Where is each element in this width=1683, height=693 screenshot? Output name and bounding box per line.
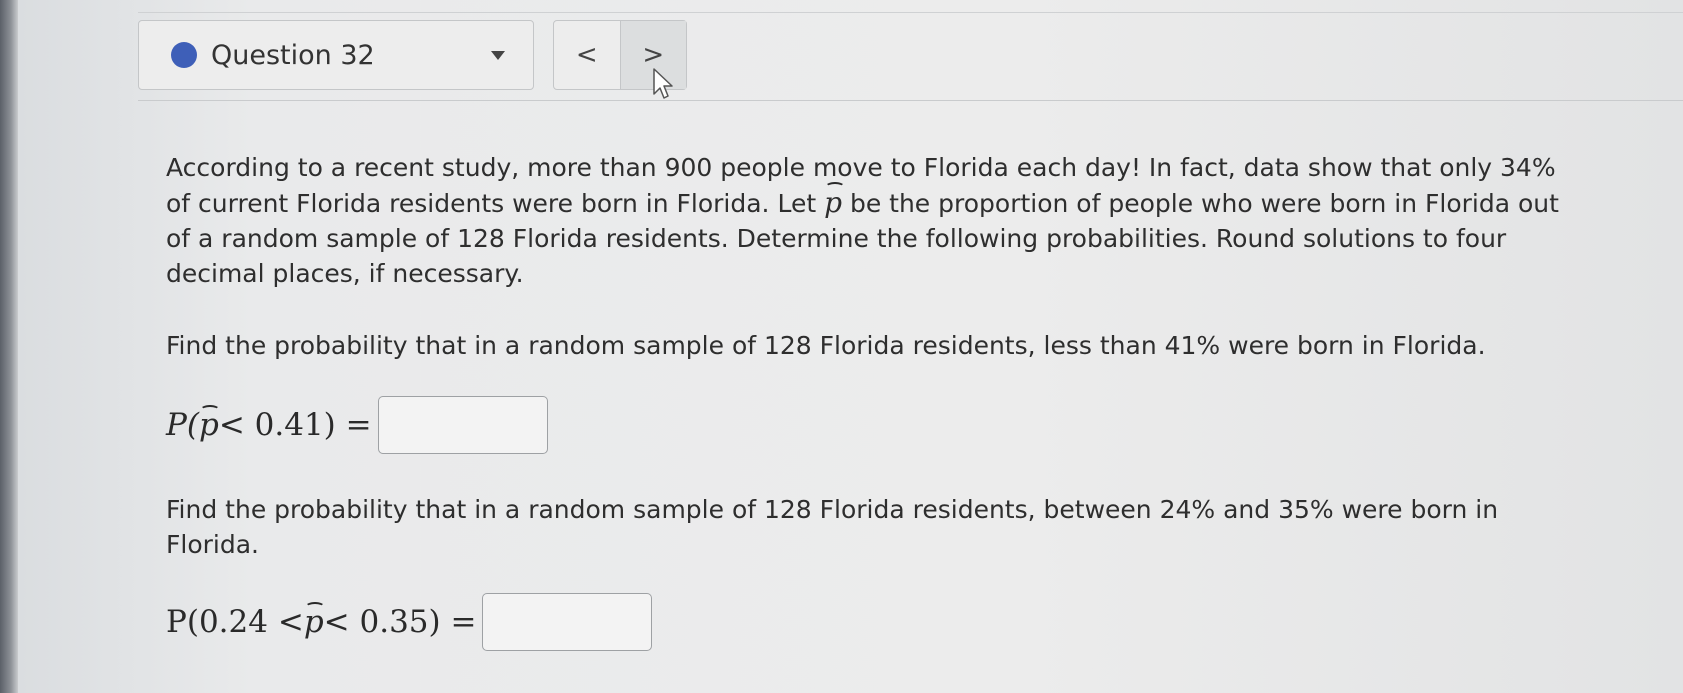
question-1-equation: P(p < 0.41) = <box>166 396 548 454</box>
header-divider <box>138 100 1683 101</box>
status-dot-icon <box>171 42 197 68</box>
chevron-down-icon <box>491 51 505 60</box>
q1-math-suffix: < 0.41) = <box>218 406 372 443</box>
question-2-equation: P(0.24 < p < 0.35) = <box>166 593 653 651</box>
q1-p-hat-symbol: p <box>198 406 219 443</box>
question-selector[interactable]: Question 32 <box>138 20 534 90</box>
q2-math-prefix: P(0.24 < <box>166 603 304 640</box>
p-hat-symbol: p <box>824 186 843 219</box>
previous-question-button[interactable]: < <box>554 21 620 89</box>
q2-answer-input[interactable] <box>482 593 653 651</box>
question-label: Question 32 <box>211 39 375 71</box>
question-2-text: Find the probability that in a random sa… <box>166 495 1499 559</box>
left-edge-shadow <box>0 0 18 693</box>
q2-math-suffix: < 0.35) = <box>323 603 477 640</box>
page: Question 32 < > According to a recent st… <box>18 0 1683 693</box>
question-content: According to a recent study, more than 9… <box>166 150 1586 651</box>
question-1-text: Find the probability that in a random sa… <box>166 331 1486 360</box>
mouse-cursor-icon <box>653 68 673 99</box>
q1-math-prefix: P( <box>166 406 199 443</box>
top-divider <box>138 12 1683 13</box>
q1-answer-input[interactable] <box>377 396 548 454</box>
problem-intro: According to a recent study, more than 9… <box>166 150 1586 291</box>
q2-p-hat-symbol: p <box>303 603 324 640</box>
